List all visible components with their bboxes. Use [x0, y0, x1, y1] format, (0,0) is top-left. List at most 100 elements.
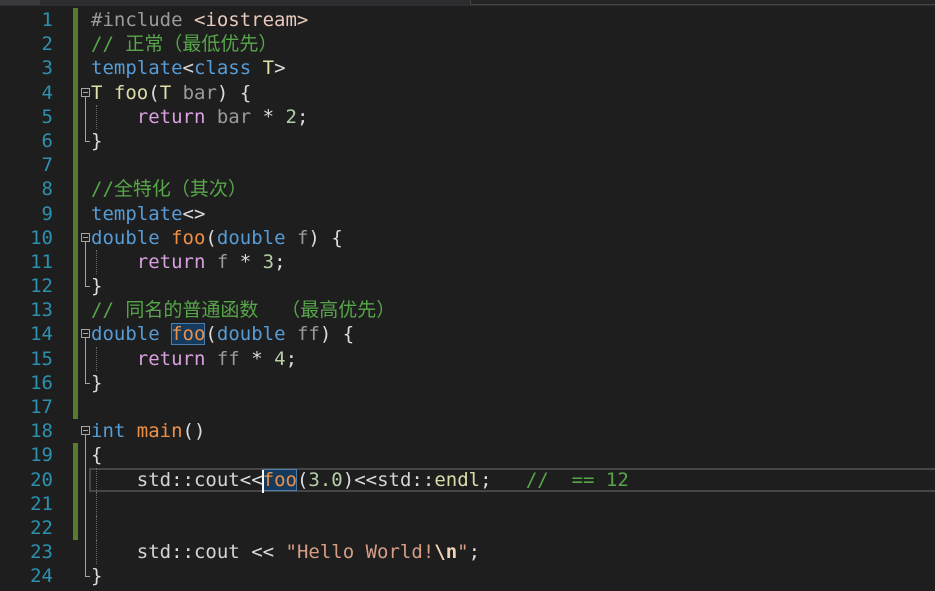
string-literal[interactable]: " [457, 541, 468, 563]
whitespace[interactable] [274, 106, 285, 128]
punctuation[interactable]: :: [171, 541, 194, 563]
punctuation[interactable]: } [91, 372, 102, 394]
punctuation[interactable]: << [240, 469, 263, 491]
code-line[interactable]: 9 template<> [0, 201, 935, 226]
file-tab[interactable] [0, 0, 40, 5]
collapse-icon[interactable] [81, 426, 90, 436]
code-line[interactable]: 11 return f * 3; [0, 249, 935, 275]
template-type-parameter[interactable]: T [263, 57, 274, 79]
collapse-icon[interactable] [81, 87, 90, 97]
code-text[interactable]: std::cout<<foo(3.0)<<std::endl; // == 12 [91, 468, 629, 493]
whitespace[interactable] [91, 251, 137, 273]
control-keyword[interactable]: return [137, 348, 206, 370]
whitespace[interactable] [102, 82, 113, 104]
code-text[interactable]: } [91, 564, 102, 588]
number-literal[interactable]: 3 [263, 251, 274, 273]
identifier[interactable]: cout [194, 541, 240, 563]
number-literal[interactable]: 2 [286, 106, 297, 128]
code-text[interactable]: std::cout << "Hello World!\n"; [91, 540, 480, 564]
whitespace[interactable] [228, 251, 239, 273]
whitespace[interactable] [320, 227, 331, 249]
whitespace[interactable] [263, 348, 274, 370]
code-text[interactable]: } [91, 274, 102, 298]
whitespace[interactable] [205, 348, 216, 370]
scope-dropdown[interactable] [470, 0, 935, 5]
punctuation[interactable]: > [274, 57, 285, 79]
whitespace[interactable] [251, 57, 262, 79]
code-text[interactable]: template<> [91, 202, 205, 226]
code-line[interactable]: 13 // 同名的普通函数 （最高优先） [0, 298, 935, 323]
code-text[interactable]: return bar * 2; [91, 105, 309, 129]
code-line[interactable]: 6} [0, 128, 935, 154]
punctuation[interactable]: } [91, 130, 102, 152]
punctuation[interactable]: * [263, 106, 274, 128]
punctuation[interactable]: << [251, 541, 274, 563]
whitespace[interactable] [160, 227, 171, 249]
punctuation[interactable]: <> [183, 203, 206, 225]
code-text[interactable]: // 同名的普通函数 （最高优先） [91, 298, 395, 322]
function-name[interactable]: main [137, 420, 183, 442]
code-line[interactable]: 14 double foo(double ff) { [0, 322, 935, 347]
code-text[interactable]: return f * 3; [91, 250, 286, 274]
identifier[interactable]: cout [194, 469, 240, 491]
punctuation[interactable]: * [240, 251, 251, 273]
punctuation[interactable]: < [183, 57, 194, 79]
template-type-parameter[interactable]: T [91, 82, 102, 104]
punctuation[interactable]: * [251, 348, 262, 370]
control-keyword[interactable]: return [137, 106, 206, 128]
code-line[interactable]: 3 template<class T> [0, 56, 935, 81]
whitespace[interactable] [331, 323, 342, 345]
highlighted-reference[interactable]: foo [262, 468, 297, 491]
code-text[interactable]: double foo(double ff) { [91, 322, 354, 346]
code-line[interactable]: 7 [0, 153, 935, 178]
whitespace[interactable] [91, 348, 137, 370]
keyword[interactable]: template [91, 57, 183, 79]
punctuation[interactable]: ) [320, 323, 331, 345]
collapse-icon[interactable] [81, 329, 90, 339]
control-keyword[interactable]: return [137, 251, 206, 273]
punctuation[interactable]: { [91, 444, 102, 466]
punctuation[interactable]: } [91, 275, 102, 297]
parameter[interactable]: ff [217, 348, 240, 370]
function-name[interactable]: endl [434, 469, 480, 491]
whitespace[interactable] [160, 323, 171, 345]
collapse-icon[interactable] [81, 232, 90, 242]
punctuation[interactable]: ; [480, 469, 491, 491]
code-line[interactable]: 21 [0, 491, 935, 516]
number-literal[interactable]: 3.0 [308, 469, 342, 491]
identifier[interactable]: std [137, 469, 171, 491]
whitespace[interactable] [286, 323, 297, 345]
code-line[interactable]: 24} [0, 564, 935, 588]
punctuation[interactable]: ; [469, 541, 480, 563]
punctuation[interactable]: ; [297, 106, 308, 128]
punctuation[interactable]: ; [274, 251, 285, 273]
function-name[interactable]: foo [114, 82, 148, 104]
parameter[interactable]: f [297, 227, 308, 249]
code-editor[interactable]: 1 #include <iostream> 2 // 正常（最低优先） 3 templat… [0, 6, 935, 591]
code-line[interactable]: 4T foo(T bar) { [0, 80, 935, 105]
identifier[interactable]: std [377, 469, 411, 491]
parameter[interactable]: f [217, 251, 228, 273]
punctuation[interactable]: ( [205, 227, 216, 249]
number-literal[interactable]: 4 [274, 348, 285, 370]
keyword[interactable]: class [194, 57, 251, 79]
code-line[interactable]: 23 std::cout << "Hello World!\n"; [0, 540, 935, 565]
whitespace[interactable] [183, 9, 194, 31]
code-line[interactable]: 12} [0, 274, 935, 299]
whitespace[interactable] [91, 541, 137, 563]
code-line[interactable]: 18 int main() [0, 419, 935, 444]
whitespace[interactable] [240, 541, 251, 563]
punctuation[interactable]: :: [171, 469, 194, 491]
punctuation[interactable]: () [183, 420, 206, 442]
code-line[interactable]: 22 [0, 515, 935, 541]
keyword[interactable]: double [217, 323, 286, 345]
punctuation[interactable]: ) [343, 469, 354, 491]
code-text[interactable]: } [91, 129, 102, 153]
code-line[interactable]: 2 // 正常（最低优先） [0, 32, 935, 57]
whitespace[interactable] [171, 82, 182, 104]
comment[interactable]: //全特化（其次） [91, 178, 247, 200]
code-text[interactable]: } [91, 371, 102, 395]
punctuation[interactable]: :: [411, 469, 434, 491]
whitespace[interactable] [205, 251, 216, 273]
code-text[interactable]: int main() [91, 419, 205, 443]
